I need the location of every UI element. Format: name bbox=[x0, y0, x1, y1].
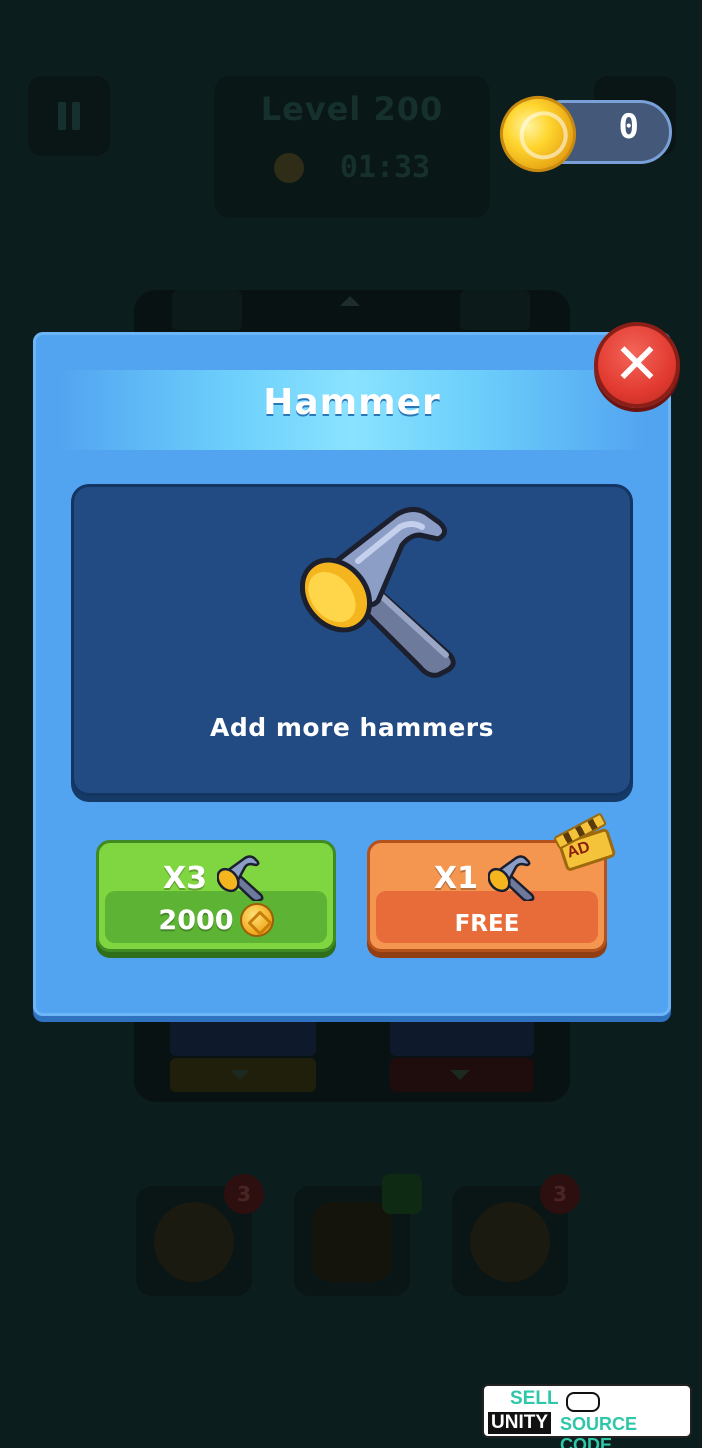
add-booster-icon bbox=[382, 1174, 422, 1214]
item-panel: Add more hammers bbox=[71, 484, 633, 796]
booster-count-badge: 3 bbox=[540, 1174, 580, 1214]
pause-button[interactable] bbox=[28, 76, 110, 156]
board-slot bbox=[170, 1016, 316, 1056]
booster-hammer[interactable] bbox=[294, 1174, 422, 1296]
booster-wand[interactable]: 3 bbox=[452, 1174, 580, 1296]
magic-wand-booster-icon bbox=[470, 1202, 550, 1282]
arrow-up-icon bbox=[340, 296, 360, 306]
watermark-unity: UNITY bbox=[488, 1412, 551, 1434]
booster-count-badge: 3 bbox=[224, 1174, 264, 1214]
watch-ad-button[interactable]: X1 FREE AD bbox=[367, 812, 617, 952]
gamepad-icon bbox=[566, 1392, 600, 1412]
offer-quantity: X3 bbox=[162, 860, 207, 896]
close-button[interactable]: ✕ bbox=[594, 322, 680, 408]
timer-text: 01:33 bbox=[339, 150, 431, 185]
hammer-dialog: Hammer Add more hammers X3 2000 X1 FREE … bbox=[33, 332, 671, 1016]
hammer-icon bbox=[300, 507, 456, 678]
board-slot bbox=[172, 290, 242, 330]
close-icon: ✕ bbox=[613, 332, 661, 397]
coin-count: 0 bbox=[618, 107, 639, 147]
timer-row: 01:33 bbox=[214, 150, 490, 185]
watermark-sell: SELL bbox=[510, 1388, 559, 1409]
button-bottom-row: FREE bbox=[370, 911, 604, 937]
offer-price: 2000 bbox=[158, 904, 234, 936]
booster-clock[interactable]: 3 bbox=[136, 1174, 264, 1296]
arrow-down-icon bbox=[450, 1070, 470, 1080]
pause-icon-bar bbox=[72, 102, 80, 130]
level-panel: Level 200 01:33 bbox=[214, 76, 490, 218]
stopwatch-icon bbox=[273, 152, 304, 183]
button-top-row: X3 bbox=[99, 855, 333, 901]
board-slot bbox=[390, 1016, 534, 1056]
watermark-source-code: SOURCE CODE bbox=[560, 1414, 638, 1448]
offer-quantity: X1 bbox=[433, 860, 478, 896]
item-description: Add more hammers bbox=[210, 713, 494, 742]
level-label: Level 200 bbox=[260, 90, 444, 128]
pause-icon bbox=[58, 102, 66, 130]
buy-with-coins-button[interactable]: X3 2000 bbox=[96, 840, 336, 952]
watermark-logo: SELL UNITY SOURCE CODE bbox=[482, 1384, 692, 1448]
hammer-booster-icon bbox=[312, 1202, 392, 1282]
dialog-title: Hammer bbox=[263, 382, 441, 423]
arrow-down-icon bbox=[230, 1070, 250, 1080]
board-slot bbox=[460, 290, 530, 330]
coin-icon bbox=[239, 903, 274, 937]
small-hammer-icon bbox=[488, 855, 535, 901]
offer-price: FREE bbox=[454, 911, 520, 937]
button-bottom-row: 2000 bbox=[99, 903, 333, 937]
small-hammer-icon bbox=[217, 855, 264, 901]
clock-booster-icon bbox=[154, 1202, 234, 1282]
